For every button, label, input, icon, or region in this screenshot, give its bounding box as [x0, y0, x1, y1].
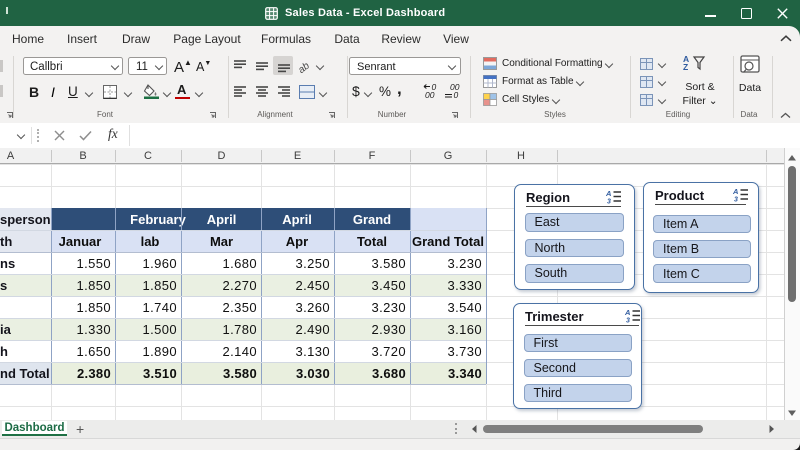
svg-text:0: 0 — [454, 90, 459, 99]
svg-text:A: A — [625, 308, 630, 317]
svg-text:3: 3 — [626, 318, 630, 324]
svg-text:ab: ab — [298, 60, 312, 74]
svg-text:A: A — [606, 189, 611, 198]
svg-text:00: 00 — [425, 90, 435, 99]
svg-text:3: 3 — [734, 197, 738, 203]
svg-text:3: 3 — [607, 199, 611, 205]
svg-text:A: A — [733, 187, 738, 196]
